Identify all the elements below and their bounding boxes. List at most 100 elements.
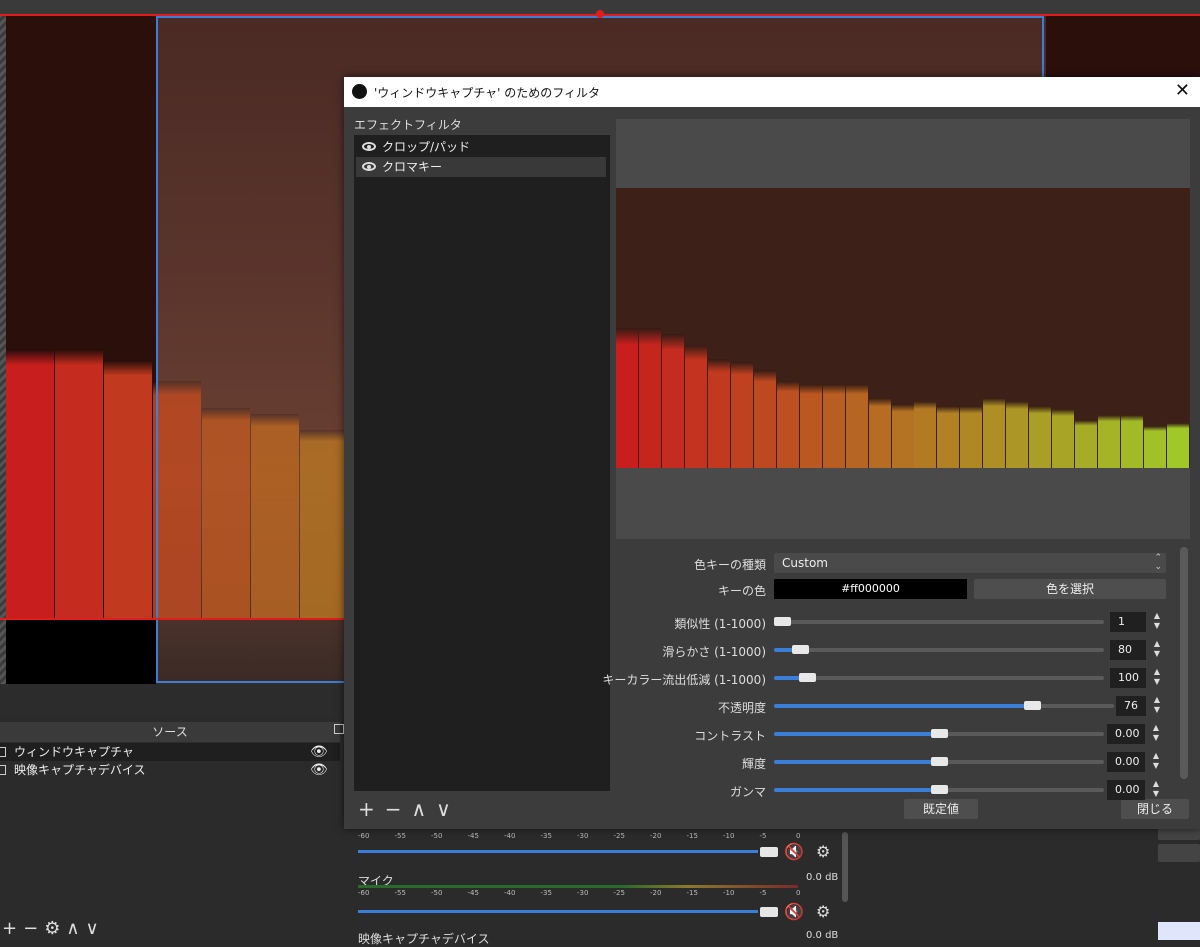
remove-filter-button[interactable]: −	[385, 797, 402, 821]
preview-bar	[777, 381, 799, 468]
preview-bar	[800, 384, 822, 468]
preview-bar	[1029, 406, 1051, 468]
obs-logo-icon	[352, 84, 367, 99]
filter-preview	[616, 119, 1190, 539]
meter-tick-label: -55	[394, 889, 406, 897]
slider-value-spinbox[interactable]: 76	[1116, 696, 1146, 716]
meter-tick-label: -50	[431, 832, 443, 840]
effect-filters-label: エフェクトフィルタ	[354, 118, 462, 132]
move-up-button[interactable]: ∧	[66, 918, 79, 939]
slider-value-spinbox[interactable]: 0.00	[1107, 752, 1145, 772]
meter-tick-label: -40	[504, 889, 516, 897]
source-item-video-capture[interactable]: 映像キャプチャデバイス 👁	[0, 761, 340, 779]
slider-value-spinbox[interactable]: 1	[1110, 612, 1146, 632]
slider-knob[interactable]	[931, 785, 948, 794]
source-item-window-capture[interactable]: ウィンドウキャプチャ 👁	[0, 743, 340, 761]
preview-bar	[869, 398, 891, 468]
preview-bar	[983, 398, 1005, 468]
eye-icon[interactable]	[362, 142, 376, 151]
eye-icon[interactable]	[362, 162, 376, 171]
dock-button[interactable]	[1158, 844, 1200, 862]
slider-knob[interactable]	[931, 757, 948, 766]
add-source-button[interactable]: +	[2, 918, 17, 939]
mute-icon[interactable]: 🔇	[784, 902, 804, 921]
defaults-button[interactable]: 既定値	[904, 799, 978, 819]
slider-track[interactable]	[774, 620, 1104, 624]
meter-tick-label: -35	[540, 889, 552, 897]
meter-tick-label: -60	[358, 832, 370, 840]
close-icon[interactable]: ✕	[1175, 80, 1190, 101]
volume-slider-knob[interactable]	[760, 847, 778, 857]
spin-arrows-icon[interactable]: ▲ ▼	[1150, 611, 1164, 633]
spin-arrows-icon[interactable]: ▲ ▼	[1150, 695, 1164, 717]
sources-header: ソース	[0, 722, 340, 742]
key-type-select[interactable]: Custom ⌃ ⌄	[774, 553, 1166, 573]
slider-knob[interactable]	[1024, 701, 1041, 710]
preview-bar	[1121, 415, 1143, 468]
visibility-eye-icon[interactable]: 👁	[310, 743, 328, 761]
slider-track[interactable]	[774, 676, 1104, 680]
slider-fill	[774, 760, 939, 764]
mixer-scrollbar[interactable]	[842, 832, 848, 902]
undock-icon[interactable]	[334, 724, 344, 734]
sources-toolbar: + − ⚙ ∧ ∨	[0, 916, 352, 940]
slider-label: 輝度	[741, 757, 766, 771]
filter-item-label: クロップ/パッド	[382, 140, 471, 154]
dock-button-highlight[interactable]	[1158, 922, 1200, 940]
preview-bar	[1144, 426, 1166, 468]
scene-bar	[55, 349, 103, 619]
meter-tick-label: -45	[467, 889, 479, 897]
slider-label: キーカラー流出低減 (1-1000)	[602, 673, 766, 687]
slider-fill	[774, 732, 939, 736]
volume-slider[interactable]	[358, 910, 758, 913]
close-button[interactable]: 閉じる	[1121, 799, 1189, 819]
mute-icon[interactable]: 🔇	[784, 842, 804, 861]
select-color-button[interactable]: 色を選択	[974, 579, 1166, 599]
slider-knob[interactable]	[931, 729, 948, 738]
filter-item-crop-pad[interactable]: クロップ/パッド	[356, 137, 606, 157]
add-filter-button[interactable]: +	[358, 797, 375, 821]
gear-icon[interactable]: ⚙	[816, 902, 830, 921]
gear-icon[interactable]: ⚙	[816, 842, 830, 861]
spin-arrows-icon[interactable]: ▲ ▼	[1150, 667, 1164, 689]
slider-value-spinbox[interactable]: 0.00	[1107, 724, 1145, 744]
slider-value-spinbox[interactable]: 0.00	[1107, 780, 1145, 800]
spin-arrows-icon[interactable]: ▲ ▼	[1150, 639, 1164, 661]
volume-slider[interactable]	[358, 850, 778, 853]
meter-tick-label: -20	[650, 889, 662, 897]
slider-value-spinbox[interactable]: 100	[1110, 668, 1146, 688]
slider-knob[interactable]	[774, 617, 791, 626]
meter-tick-label: -15	[686, 832, 698, 840]
transform-handle[interactable]	[596, 10, 604, 18]
remove-source-button[interactable]: −	[23, 918, 38, 939]
properties-scrollbar[interactable]	[1180, 547, 1188, 779]
window-source-icon	[0, 747, 6, 757]
slider-label: コントラスト	[694, 729, 766, 743]
transform-guide-line-bottom	[0, 618, 350, 620]
move-up-button[interactable]: ∧	[412, 797, 427, 821]
preview-bar	[937, 406, 959, 468]
channel-db: 0.0 dB	[806, 930, 839, 941]
move-down-button[interactable]: ∨	[86, 918, 99, 939]
move-down-button[interactable]: ∨	[436, 797, 451, 821]
scene-bar	[6, 349, 54, 619]
key-color-label: キーの色	[717, 584, 766, 598]
meter-tick-label: -30	[577, 832, 589, 840]
channel-db: 0.0 dB	[806, 872, 839, 883]
slider-value-spinbox[interactable]: 80	[1110, 640, 1146, 660]
gear-icon[interactable]: ⚙	[44, 918, 60, 939]
spin-arrows-icon[interactable]: ▲ ▼	[1149, 779, 1163, 801]
volume-slider-knob[interactable]	[760, 907, 778, 917]
slider-knob[interactable]	[792, 645, 809, 654]
slider-track[interactable]	[774, 648, 1104, 652]
meter-tick-label: -20	[650, 832, 662, 840]
filter-item-chroma-key[interactable]: クロマキー	[356, 157, 606, 177]
camera-source-icon	[0, 765, 6, 775]
slider-label: 滑らかさ (1-1000)	[662, 645, 766, 659]
preview-bar	[823, 384, 845, 468]
slider-knob[interactable]	[799, 673, 816, 682]
spin-arrows-icon[interactable]: ▲ ▼	[1149, 723, 1163, 745]
visibility-eye-icon[interactable]: 👁	[310, 761, 328, 779]
meter-tick-label: 0	[796, 889, 801, 897]
spin-arrows-icon[interactable]: ▲ ▼	[1149, 751, 1163, 773]
